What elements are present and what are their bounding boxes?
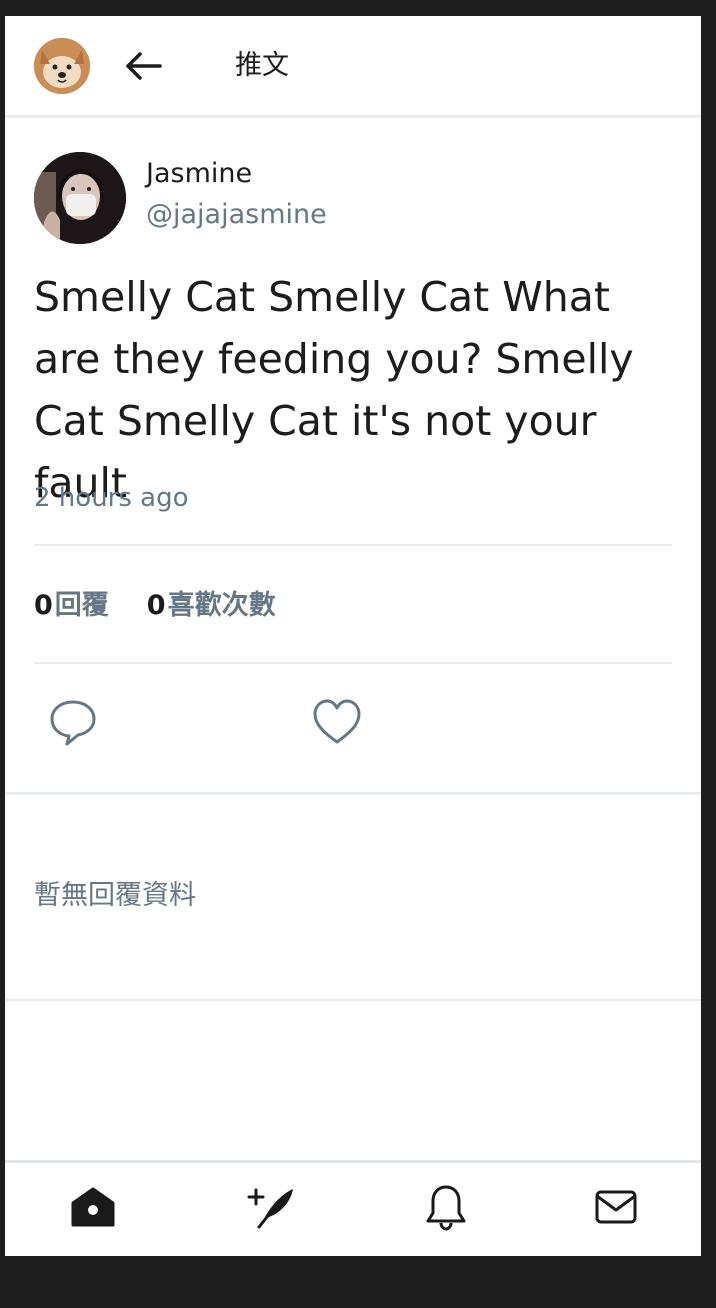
tweet-stats: 0回覆 0喜歡次數 — [34, 588, 276, 624]
author-avatar[interactable] — [34, 152, 126, 244]
reply-icon — [50, 700, 96, 746]
divider — [34, 662, 672, 664]
tweet-timestamp: 2 hours ago — [34, 483, 189, 513]
section-border — [5, 792, 701, 795]
reply-stat[interactable]: 0回覆 — [34, 588, 109, 624]
nav-messages[interactable] — [590, 1181, 642, 1233]
user-avatar[interactable] — [34, 38, 90, 94]
reply-count: 0 — [34, 590, 53, 621]
like-stat[interactable]: 0喜歡次數 — [147, 588, 276, 624]
nav-notifications[interactable] — [420, 1181, 472, 1233]
app-frame: 推文 Jasmine @jajajasmine Smelly Cat Smell… — [5, 16, 701, 1256]
back-button[interactable] — [120, 46, 164, 86]
author-name[interactable]: Jasmine — [146, 156, 252, 192]
reply-button[interactable] — [47, 696, 99, 748]
mail-icon — [595, 1190, 637, 1224]
compose-tweet-icon — [247, 1188, 293, 1229]
arrow-left-icon — [126, 52, 162, 80]
heart-icon — [313, 699, 361, 744]
like-button[interactable] — [311, 696, 363, 748]
header: 推文 — [5, 16, 701, 118]
nav-home[interactable] — [67, 1181, 119, 1233]
page-title: 推文 — [235, 50, 289, 81]
reply-label: 回覆 — [54, 590, 109, 621]
like-count: 0 — [146, 590, 166, 621]
author-handle[interactable]: @jajajasmine — [146, 197, 327, 233]
empty-replies-message: 暫無回覆資料 — [34, 880, 196, 911]
bell-icon — [426, 1185, 466, 1231]
tweet-text: Smelly Cat Smelly Cat What are they feed… — [34, 273, 634, 507]
section-border — [5, 999, 701, 1001]
bottom-nav — [5, 1160, 701, 1256]
divider — [34, 544, 672, 546]
like-label: 喜歡次數 — [167, 590, 276, 621]
home-icon — [71, 1187, 115, 1227]
nav-compose[interactable] — [245, 1181, 297, 1233]
